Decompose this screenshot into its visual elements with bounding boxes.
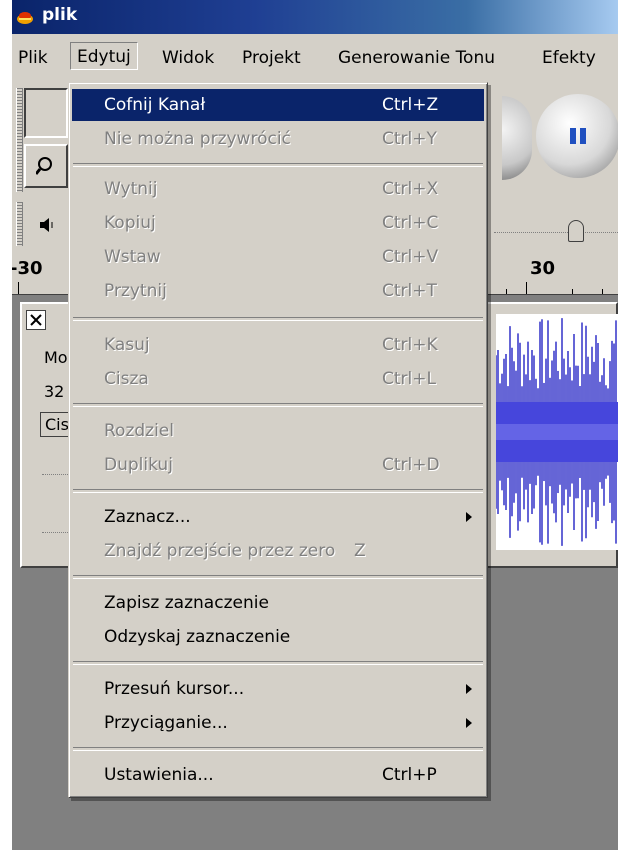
ruler-tick	[18, 282, 19, 294]
app-icon	[17, 12, 33, 24]
volume-slider-thumb[interactable]	[568, 220, 584, 242]
menu-item-paste[interactable]: Wstaw Ctrl+V	[72, 241, 484, 273]
menu-bar: Plik Edytuj Widok Projekt Generowanie To…	[12, 34, 618, 82]
title-bar[interactable]: plik	[12, 0, 618, 34]
menu-separator	[73, 575, 483, 579]
menu-item-save-selection[interactable]: Zapisz zaznaczenie	[72, 587, 484, 619]
menu-item-silence[interactable]: Cisza Ctrl+L	[72, 363, 484, 395]
track-close-button[interactable]	[26, 310, 46, 330]
menu-separator	[73, 661, 483, 665]
menu-item-cut[interactable]: Wytnij Ctrl+X	[72, 173, 484, 205]
ruler-tick	[572, 289, 573, 294]
magnifier-icon	[36, 157, 52, 175]
stop-button[interactable]	[502, 96, 532, 180]
window-title: plik	[42, 5, 78, 25]
volume-slider[interactable]	[494, 220, 618, 242]
pause-button[interactable]	[536, 94, 618, 178]
submenu-arrow-icon	[466, 684, 472, 694]
menu-item-find-zero-crossing[interactable]: Znajdź przejście przez zero Z	[72, 535, 484, 567]
ruler-tick	[526, 282, 527, 294]
zoom-tool-button[interactable]	[24, 144, 68, 188]
speaker-icon	[40, 218, 53, 232]
menu-item-delete[interactable]: Kasuj Ctrl+K	[72, 329, 484, 361]
menu-plik[interactable]: Plik	[18, 48, 48, 68]
waveform-graphic	[496, 318, 618, 546]
toolbar-grip[interactable]	[16, 88, 23, 192]
submenu-arrow-icon	[466, 718, 472, 728]
menu-item-duplicate[interactable]: Duplikuj Ctrl+D	[72, 449, 484, 481]
close-icon	[30, 314, 42, 326]
menu-edytuj[interactable]: Edytuj	[70, 42, 138, 70]
menu-widok[interactable]: Widok	[162, 48, 214, 68]
waveform[interactable]	[496, 314, 618, 550]
menu-generowanie-tonu[interactable]: Generowanie Tonu	[338, 48, 495, 68]
pause-icon	[570, 128, 586, 144]
ruler-label-left: -30	[12, 258, 43, 279]
menu-projekt[interactable]: Projekt	[242, 48, 301, 68]
menu-item-redo[interactable]: Nie można przywrócić Ctrl+Y	[72, 123, 484, 155]
menu-item-restore-selection[interactable]: Odzyskaj zaznaczenie	[72, 621, 484, 653]
menu-item-split[interactable]: Rozdziel	[72, 415, 484, 447]
mixer-grip[interactable]	[16, 202, 23, 246]
menu-item-copy[interactable]: Kopiuj Ctrl+C	[72, 207, 484, 239]
menu-item-move-cursor[interactable]: Przesuń kursor...	[72, 673, 484, 705]
menu-item-preferences[interactable]: Ustawienia... Ctrl+P	[72, 759, 484, 791]
edit-dropdown-menu: Cofnij Kanał Ctrl+Z Nie można przywrócić…	[68, 82, 488, 798]
selection-tool-button[interactable]	[24, 88, 68, 138]
menu-item-select[interactable]: Zaznacz...	[72, 501, 484, 533]
menu-separator	[73, 163, 483, 167]
menu-item-trim[interactable]: Przytnij Ctrl+T	[72, 275, 484, 307]
track-info-rate: 32	[44, 382, 65, 401]
menu-item-undo[interactable]: Cofnij Kanał Ctrl+Z	[72, 89, 484, 121]
track-info-mono: Mo	[44, 348, 68, 367]
menu-separator	[73, 489, 483, 493]
menu-item-snap[interactable]: Przyciąganie...	[72, 707, 484, 739]
menu-efekty[interactable]: Efekty	[542, 48, 596, 68]
ruler-label-right: 30	[530, 258, 556, 279]
ruler-tick	[506, 289, 507, 294]
ruler-tick	[602, 289, 603, 294]
menu-separator	[73, 403, 483, 407]
menu-separator	[73, 747, 483, 751]
submenu-arrow-icon	[466, 512, 472, 522]
menu-separator	[73, 317, 483, 321]
